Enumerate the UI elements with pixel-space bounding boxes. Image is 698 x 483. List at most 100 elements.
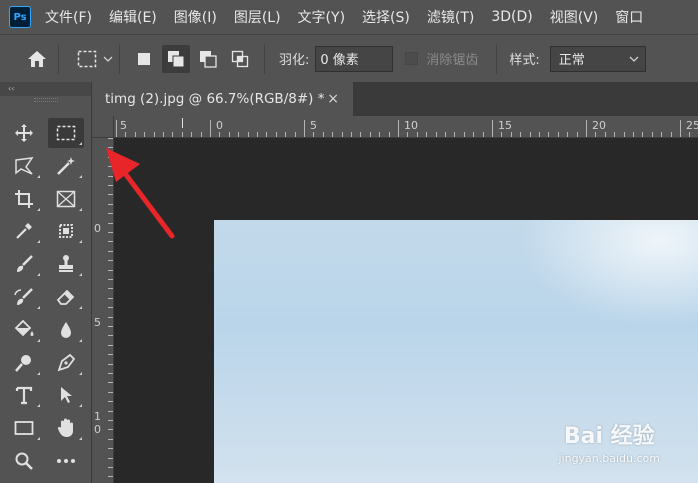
rect-marquee-icon xyxy=(56,125,76,141)
add-to-selection-button[interactable] xyxy=(162,44,190,73)
crop-tool[interactable] xyxy=(6,184,42,214)
ruler-origin[interactable] xyxy=(92,116,114,138)
dodge-icon xyxy=(15,354,31,372)
menu-filter[interactable]: 滤镜(T) xyxy=(427,7,474,27)
watermark-url: jingyan.baidu.com xyxy=(558,452,660,465)
ruler-tick xyxy=(108,241,113,243)
separator xyxy=(496,43,498,74)
blur-tool[interactable] xyxy=(48,315,84,345)
close-icon[interactable]: × xyxy=(327,91,339,107)
type-icon xyxy=(15,387,33,405)
ruler-tick xyxy=(108,457,113,459)
frame-tool[interactable] xyxy=(48,184,84,214)
eraser-tool[interactable] xyxy=(48,282,84,312)
tool-preset-picker[interactable] xyxy=(77,50,113,68)
menu-type[interactable]: 文字(Y) xyxy=(298,7,345,27)
feather-input[interactable]: 0 像素 xyxy=(315,45,394,72)
ps-logo[interactable]: Ps xyxy=(9,6,31,28)
eyedropper-tool[interactable] xyxy=(6,216,42,246)
clone-stamp-tool[interactable] xyxy=(48,249,84,279)
ruler-label: 25 xyxy=(686,119,698,132)
ruler-tick xyxy=(285,132,287,137)
ruler-tick xyxy=(108,138,113,139)
ruler-tick xyxy=(108,410,113,412)
menu-3d[interactable]: 3D(D) xyxy=(491,9,532,25)
type-tool[interactable] xyxy=(6,380,42,410)
dodge-tool[interactable] xyxy=(6,348,42,378)
ruler-tick xyxy=(153,132,155,137)
antialias-checkbox[interactable] xyxy=(405,52,419,65)
menu-image[interactable]: 图像(I) xyxy=(174,7,217,27)
ruler-label: 1 xyxy=(94,410,101,423)
ruler-tick xyxy=(557,132,559,137)
ruler-tick xyxy=(108,401,113,403)
menu-bar: Ps 文件(F) 编辑(E) 图像(I) 图层(L) 文字(Y) 选择(S) 滤… xyxy=(0,0,698,34)
intersect-selection-button[interactable] xyxy=(226,45,254,73)
ruler-label: 5 xyxy=(120,119,127,132)
document-tab[interactable]: timg (2).jpg @ 66.7%(RGB/8#) * × xyxy=(92,82,353,116)
rectangle-tool[interactable] xyxy=(6,413,42,443)
menu-window[interactable]: 窗口 xyxy=(615,7,643,27)
style-select[interactable]: 正常 xyxy=(549,45,646,72)
antialias-label: 消除锯齿 xyxy=(426,53,479,68)
menu-select[interactable]: 选择(S) xyxy=(362,7,410,27)
pen-tool[interactable] xyxy=(48,348,84,378)
home-button[interactable] xyxy=(22,44,52,74)
ruler-tick xyxy=(125,132,127,137)
rectangle-icon xyxy=(14,421,34,436)
ruler-tick xyxy=(228,132,230,137)
menu-view[interactable]: 视图(V) xyxy=(550,7,599,27)
ruler-tick xyxy=(341,132,343,137)
brush-tool[interactable] xyxy=(6,249,42,279)
ruler-tick xyxy=(576,132,578,137)
paint-bucket-tool[interactable] xyxy=(6,315,42,345)
intersect-selection-icon xyxy=(231,50,249,67)
ruler-tick xyxy=(108,222,113,224)
menu-edit[interactable]: 编辑(E) xyxy=(109,7,157,27)
ruler-label: 0 xyxy=(216,119,223,132)
ruler-tick xyxy=(172,132,174,137)
ruler-tick xyxy=(108,269,113,271)
subtract-from-selection-button[interactable] xyxy=(194,45,222,73)
new-selection-button[interactable] xyxy=(130,45,158,73)
tool-grid xyxy=(6,118,86,479)
options-bar: 羽化: 0 像素 消除锯齿 样式: 正常 xyxy=(0,34,698,82)
paint-bucket-icon xyxy=(14,319,34,337)
document-image[interactable]: Bai 经验 jingyan.baidu.com xyxy=(214,220,698,483)
menu-file[interactable]: 文件(F) xyxy=(45,7,92,27)
chevron-down-icon xyxy=(629,56,639,62)
spot-healing-tool[interactable] xyxy=(48,216,84,246)
ruler-tick xyxy=(604,132,606,137)
move-tool[interactable] xyxy=(6,118,42,148)
toolbox-grip[interactable] xyxy=(34,98,58,102)
ruler-tick xyxy=(463,132,465,137)
magic-wand-icon xyxy=(57,156,75,175)
ruler-label: 5 xyxy=(94,316,101,329)
rect-marquee-tool[interactable] xyxy=(48,118,84,148)
zoom-tool[interactable] xyxy=(6,446,42,476)
ruler-tick xyxy=(379,132,381,137)
more-tools-button[interactable] xyxy=(48,446,84,476)
vertical-ruler[interactable]: 0 5 1 0 xyxy=(92,138,114,483)
path-selection-tool[interactable] xyxy=(48,380,84,410)
ruler-label: 15 xyxy=(498,119,512,132)
horizontal-ruler[interactable]: 5 0 5 10 15 20 25 xyxy=(114,116,698,138)
more-icon xyxy=(57,458,75,463)
history-brush-tool[interactable] xyxy=(6,282,42,312)
ruler-tick xyxy=(108,373,113,374)
ruler-tick xyxy=(435,132,437,137)
lasso-tool[interactable] xyxy=(6,151,42,181)
feather-label: 羽化: xyxy=(279,53,310,68)
canvas-area[interactable]: Bai 经验 jingyan.baidu.com xyxy=(114,138,698,483)
ruler-tick xyxy=(210,120,211,137)
ruler-tick xyxy=(482,132,484,137)
hand-tool[interactable] xyxy=(48,413,84,443)
toolbox-collapse-button[interactable]: ‹‹ xyxy=(0,82,91,96)
menu-layer[interactable]: 图层(L) xyxy=(234,7,281,27)
new-selection-icon xyxy=(138,52,150,65)
ruler-tick xyxy=(633,132,634,137)
zoom-icon xyxy=(15,452,33,470)
ruler-tick xyxy=(351,132,352,137)
magic-wand-tool[interactable] xyxy=(48,151,84,181)
ruler-tick xyxy=(651,132,653,137)
